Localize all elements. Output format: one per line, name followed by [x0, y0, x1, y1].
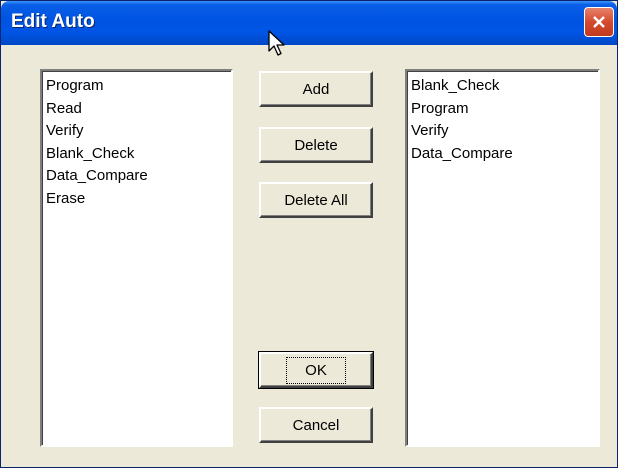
- delete-button[interactable]: Delete: [259, 127, 373, 163]
- list-item[interactable]: Blank_Check: [46, 143, 231, 166]
- list-item[interactable]: Verify: [46, 120, 231, 143]
- list-item[interactable]: Data_Compare: [411, 143, 598, 166]
- list-item[interactable]: Verify: [411, 120, 598, 143]
- list-item[interactable]: Program: [411, 98, 598, 121]
- available-operations-list[interactable]: Program Read Verify Blank_Check Data_Com…: [40, 69, 233, 447]
- close-button[interactable]: [584, 7, 614, 37]
- list-item[interactable]: Read: [46, 98, 231, 121]
- ok-button[interactable]: OK: [258, 351, 374, 389]
- cancel-button[interactable]: Cancel: [259, 407, 373, 443]
- selected-operations-list[interactable]: Blank_Check Program Verify Data_Compare: [405, 69, 600, 447]
- delete-all-button[interactable]: Delete All: [259, 182, 373, 218]
- list-item[interactable]: Program: [46, 75, 231, 98]
- edit-auto-dialog: Edit Auto Program Read Verify Blank_Chec…: [0, 0, 618, 468]
- title-bar[interactable]: Edit Auto: [1, 1, 617, 45]
- close-icon: [593, 16, 605, 28]
- list-item[interactable]: Erase: [46, 188, 231, 211]
- window-title: Edit Auto: [11, 11, 95, 32]
- add-button[interactable]: Add: [259, 71, 373, 107]
- ok-button-label: OK: [286, 356, 346, 384]
- list-item[interactable]: Data_Compare: [46, 165, 231, 188]
- list-item[interactable]: Blank_Check: [411, 75, 598, 98]
- mouse-pointer-icon: [268, 30, 285, 56]
